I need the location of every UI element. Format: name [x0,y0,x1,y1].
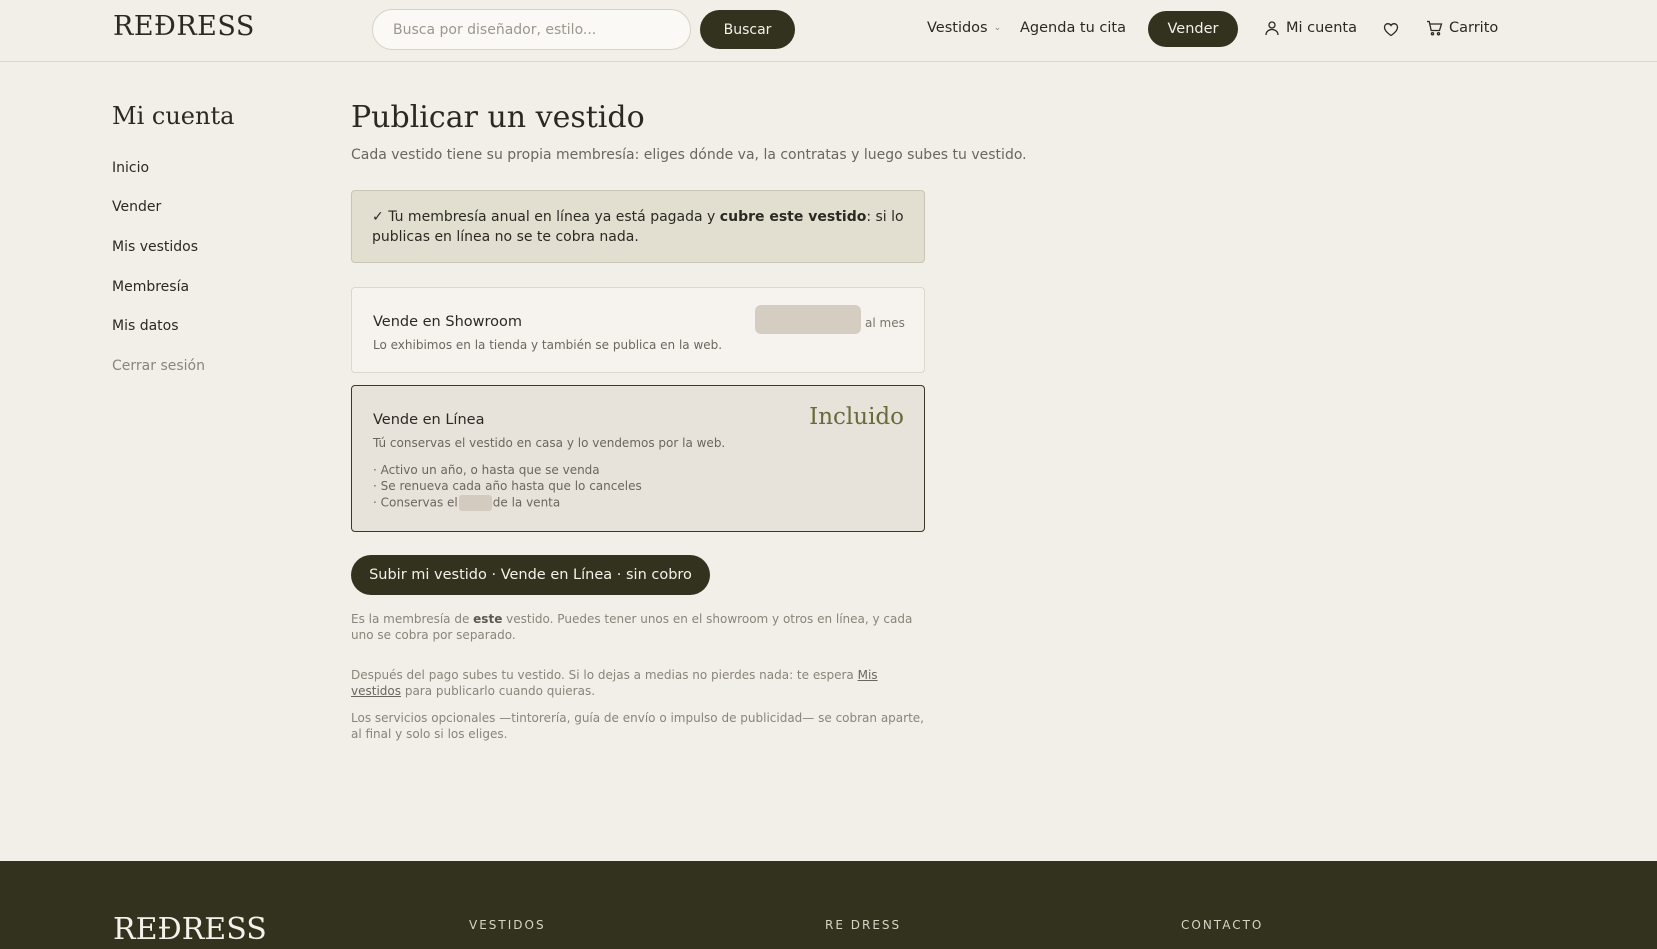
cart-icon [1426,20,1443,36]
optional-services-note: Los servicios opcionales —tintorería, gu… [351,711,924,741]
search-input[interactable] [372,9,691,50]
check-icon: ✓ [372,209,384,225]
chevron-down-icon: ⌄ [993,23,1002,33]
online-desc: Tú conservas el vestido en casa y lo ven… [373,436,726,450]
showroom-per-month: al mes [865,316,905,330]
option-card-online[interactable]: Vende en Línea Incluido Tú conservas el … [351,385,925,532]
notice-text-before: Tu membresía anual en línea ya está paga… [388,209,716,225]
online-feature: · Se renueva cada año hasta que lo cance… [373,479,642,493]
payment-note: Después del pago subes tu vestido. Si lo… [351,667,931,699]
membership-notice: ✓ Tu membresía anual en línea ya está pa… [351,190,925,263]
online-feature: · Conservas el de la venta [373,495,560,511]
upload-dress-button[interactable]: Subir mi vestido · Vende en Línea · sin … [351,555,710,595]
site-logo[interactable]: REÐRESS [113,11,255,42]
sidebar-item-vender[interactable]: Vender [112,199,161,215]
footer-heading-contacto: CONTACTO [1181,918,1264,932]
showroom-desc: Lo exhibimos en la tienda y también se p… [373,338,723,352]
percentage-placeholder [458,495,492,511]
online-title: Vende en Línea [373,412,485,428]
footer-heading-redress: RE DRESS [825,918,902,932]
nav-mi-cuenta[interactable]: Mi cuenta [1264,20,1357,36]
note2-before: Después del pago subes tu vestido. Si lo… [351,668,854,682]
option-card-showroom[interactable]: Vende en Showroom Lo exhibimos en la tie… [351,287,925,373]
feature3-after: de la venta [492,495,561,510]
page-title: Publicar un vestido [351,100,645,135]
showroom-title: Vende en Showroom [373,314,522,330]
sell-button[interactable]: Vender [1148,11,1238,47]
heart-icon [1383,22,1399,37]
membership-note: Es la membresía de este vestido. Puedes … [351,611,931,643]
footer-logo[interactable]: REÐRESS [113,915,267,945]
feature3-before: · Conservas el [373,495,458,510]
site-header: REÐRESS Buscar Vestidos ⌄ Agenda tu cita… [0,0,1657,62]
price-placeholder [755,305,861,334]
page-subtitle: Cada vestido tiene su propia membresía: … [351,147,1027,163]
user-icon [1264,20,1280,36]
nav-agenda[interactable]: Agenda tu cita [1020,20,1126,36]
note1-bold: este [473,612,503,626]
note2-after: para publicarlo cuando quieras. [404,684,596,698]
sidebar-item-inicio[interactable]: Inicio [112,160,149,176]
nav-vestidos[interactable]: Vestidos ⌄ [927,20,1001,36]
online-included-label: Incluido [809,404,904,430]
sidebar-item-membresia[interactable]: Membresía [112,279,189,295]
sidebar-title: Mi cuenta [112,102,235,130]
note1-before: Es la membresía de [351,612,470,626]
nav-vestidos-label: Vestidos [927,20,988,36]
sidebar-item-cerrar-sesion[interactable]: Cerrar sesión [112,358,205,374]
notice-text-bold: cubre este vestido [719,209,867,225]
nav-carrito-label: Carrito [1449,20,1499,36]
footer-heading-vestidos: VESTIDOS [469,918,546,932]
sidebar-item-mis-vestidos[interactable]: Mis vestidos [112,239,198,255]
wishlist-button[interactable] [1383,22,1399,37]
nav-mi-cuenta-label: Mi cuenta [1286,20,1357,36]
site-footer: REÐRESS VESTIDOS RE DRESS CONTACTO [0,861,1657,949]
search-button[interactable]: Buscar [700,10,795,49]
sidebar-item-mis-datos[interactable]: Mis datos [112,318,179,334]
nav-carrito[interactable]: Carrito [1426,20,1498,36]
online-feature: · Activo un año, o hasta que se venda [373,463,600,477]
